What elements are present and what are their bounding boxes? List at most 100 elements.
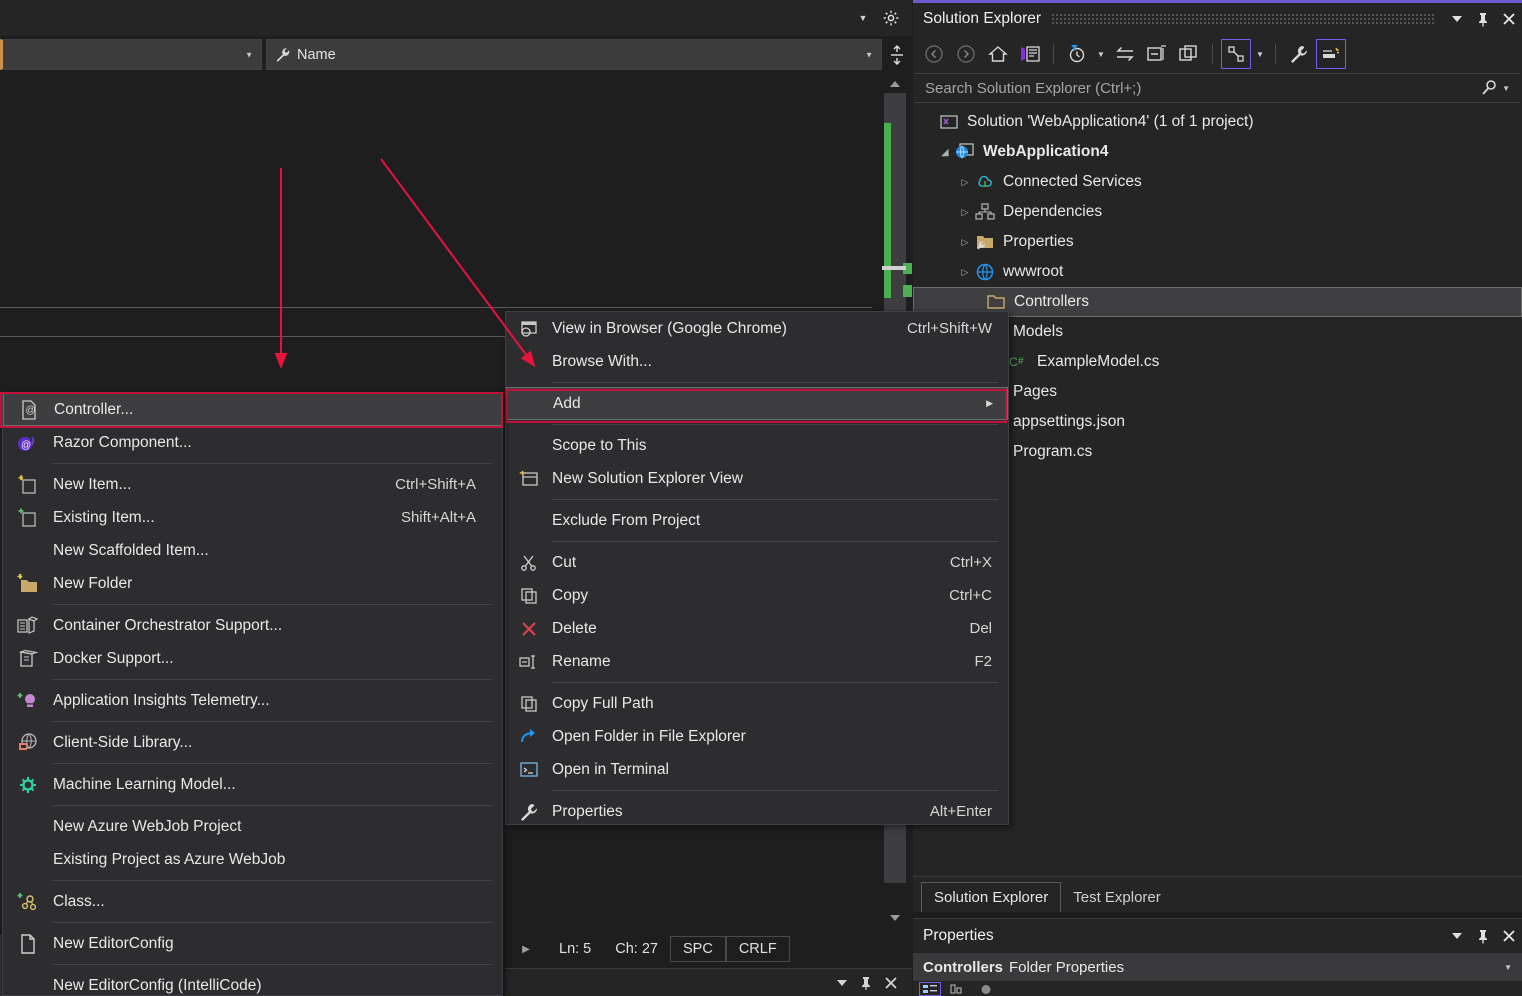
chevron-down-icon[interactable]: ▼ — [1504, 963, 1512, 972]
menu-item-exclude-from-project[interactable]: Exclude From Project — [506, 504, 1008, 537]
split-window-icon[interactable] — [882, 39, 912, 70]
menu-separator — [53, 679, 492, 680]
line-ending-indicator[interactable]: CRLF — [725, 936, 790, 962]
menu-item-view-in-browser[interactable]: View in Browser (Google Chrome) Ctrl+Shi… — [506, 312, 1008, 345]
categorized-icon[interactable] — [919, 982, 941, 996]
folder-icon — [984, 293, 1008, 311]
menu-item-rename[interactable]: Rename F2 — [506, 645, 1008, 678]
menu-item-label: Copy — [552, 586, 589, 604]
sync-arrows-icon[interactable] — [1110, 39, 1140, 69]
menu-item-open-folder-in-file-explorer[interactable]: Open Folder in File Explorer — [506, 720, 1008, 753]
chevron-down-icon[interactable]: ▼ — [1094, 50, 1108, 59]
close-icon[interactable] — [1496, 6, 1522, 32]
back-arrow-icon[interactable] — [919, 39, 949, 69]
chevron-down-icon[interactable]: ▼ — [1502, 84, 1510, 93]
menu-item-properties[interactable]: Properties Alt+Enter — [506, 795, 1008, 828]
menu-item-browse-with[interactable]: Browse With... — [506, 345, 1008, 378]
menu-item-copy-full-path[interactable]: Copy Full Path — [506, 687, 1008, 720]
collapse-all-icon[interactable] — [1142, 39, 1172, 69]
wrench-icon[interactable] — [1284, 39, 1314, 69]
chevron-down-icon[interactable] — [1444, 6, 1470, 32]
submenu-item-client-side-library[interactable]: Client-Side Library... — [3, 726, 502, 759]
show-all-files-icon[interactable] — [1174, 39, 1204, 69]
close-icon[interactable] — [884, 976, 898, 990]
submenu-item-new-item[interactable]: New Item... Ctrl+Shift+A — [3, 468, 502, 501]
member-scope-dropdown[interactable]: ▼ — [0, 39, 262, 70]
menu-item-copy[interactable]: Copy Ctrl+C — [506, 579, 1008, 612]
submenu-item-container-orchestrator-support[interactable]: Container Orchestrator Support... — [3, 609, 502, 642]
menu-item-scope-to-this[interactable]: Scope to This — [506, 429, 1008, 462]
solution-icon[interactable] — [1015, 39, 1045, 69]
submenu-item-new-editorconfig-intellicode[interactable]: New EditorConfig (IntelliCode) — [3, 969, 502, 996]
menu-item-new-solution-explorer-view[interactable]: New Solution Explorer View — [506, 462, 1008, 495]
expander-icon[interactable]: ◢ — [937, 147, 953, 158]
submenu-item-class[interactable]: Class... — [3, 885, 502, 918]
pin-icon[interactable] — [1470, 923, 1496, 949]
scrollbar-thumb[interactable] — [882, 266, 906, 270]
menu-item-add[interactable]: Add ▶ — [506, 387, 1008, 420]
tree-item-webapplication4[interactable]: ◢ WebApplication4 — [913, 137, 1522, 167]
tree-item-solution[interactable]: Solution 'WebApplication4' (1 of 1 proje… — [913, 107, 1522, 137]
alphabetical-icon[interactable] — [947, 982, 969, 996]
expander-icon[interactable]: ▷ — [957, 237, 973, 248]
expander-icon[interactable]: ▷ — [957, 267, 973, 278]
tab-test-explorer[interactable]: Test Explorer — [1061, 882, 1173, 912]
forward-arrow-icon[interactable] — [951, 39, 981, 69]
new-solution-explorer-view-icon — [506, 470, 552, 488]
pin-icon[interactable] — [1470, 6, 1496, 32]
submenu-item-new-scaffolded-item[interactable]: New Scaffolded Item... — [3, 534, 502, 567]
submenu-item-label: Machine Learning Model... — [53, 775, 236, 793]
tab-label: Test Explorer — [1073, 888, 1161, 906]
submenu-item-existing-item[interactable]: Existing Item... Shift+Alt+A — [3, 501, 502, 534]
tree-item-connected-services[interactable]: ▷ Connected Services — [913, 167, 1522, 197]
submenu-item-application-insights-telemetry[interactable]: Application Insights Telemetry... — [3, 684, 502, 717]
submenu-item-new-azure-webjob-project[interactable]: New Azure WebJob Project — [3, 810, 502, 843]
editor-navigation-bar: ▼ Name ▼ — [0, 36, 912, 75]
drag-grip[interactable] — [1051, 14, 1434, 24]
search-solution-explorer-input[interactable]: Search Solution Explorer (Ctrl+;) ▼ — [915, 73, 1520, 103]
menu-item-label: Scope to This — [552, 436, 647, 454]
menu-item-cut[interactable]: Cut Ctrl+X — [506, 546, 1008, 579]
tree-item-dependencies[interactable]: ▷ Dependencies — [913, 197, 1522, 227]
submenu-item-machine-learning-model[interactable]: Machine Learning Model... — [3, 768, 502, 801]
name-dropdown[interactable]: Name ▼ — [266, 39, 882, 70]
status-expander-icon[interactable]: ▶ — [505, 935, 547, 963]
docker-icon — [3, 649, 53, 669]
submenu-item-new-editorconfig[interactable]: New EditorConfig — [3, 927, 502, 960]
submenu-item-razor-component[interactable]: @ Razor Component... — [3, 426, 502, 459]
submenu-item-controller[interactable]: @ Controller... — [3, 393, 502, 426]
clock-filter-icon[interactable] — [1062, 39, 1092, 69]
tab-solution-explorer[interactable]: Solution Explorer — [921, 882, 1062, 912]
menu-item-label: Rename — [552, 652, 611, 670]
submenu-item-new-folder[interactable]: New Folder — [3, 567, 502, 600]
expander-icon[interactable]: ▷ — [957, 207, 973, 218]
class-view-icon[interactable] — [1221, 39, 1251, 69]
indentation-indicator[interactable]: SPC — [669, 936, 726, 962]
home-icon[interactable] — [983, 39, 1013, 69]
properties-page-icon[interactable] — [975, 982, 997, 996]
preview-icon[interactable] — [1316, 39, 1346, 69]
menu-item-shortcut: F2 — [974, 653, 992, 670]
properties-object-selector[interactable]: Controllers Folder Properties ▼ — [913, 953, 1522, 981]
gear-icon[interactable] — [878, 5, 904, 31]
scroll-down-arrow-icon[interactable] — [882, 909, 908, 927]
submenu-item-label: Application Insights Telemetry... — [53, 691, 270, 709]
chevron-down-icon[interactable]: ▼ — [1253, 50, 1267, 59]
tree-item-wwwroot[interactable]: ▷ wwwroot — [913, 257, 1522, 287]
expander-icon[interactable]: ▷ — [957, 177, 973, 188]
editor-chevron-down-icon[interactable]: ▼ — [852, 6, 874, 30]
tree-item-properties[interactable]: ▷ Properties — [913, 227, 1522, 257]
search-icon[interactable] — [1480, 79, 1498, 97]
chevron-down-icon[interactable] — [1444, 923, 1470, 949]
submenu-item-existing-project-as-azure-webjob[interactable]: Existing Project as Azure WebJob — [3, 843, 502, 876]
submenu-item-docker-support[interactable]: Docker Support... — [3, 642, 502, 675]
submenu-item-label: Razor Component... — [53, 433, 192, 451]
pin-icon[interactable] — [860, 976, 872, 990]
scroll-up-arrow-icon[interactable] — [882, 75, 908, 93]
properties-object-type: Folder Properties — [1009, 958, 1125, 976]
chevron-down-icon[interactable] — [836, 979, 848, 987]
menu-item-delete[interactable]: Delete Del — [506, 612, 1008, 645]
menu-item-open-in-terminal[interactable]: Open in Terminal — [506, 753, 1008, 786]
close-icon[interactable] — [1496, 923, 1522, 949]
submenu-item-label: Docker Support... — [53, 649, 174, 667]
